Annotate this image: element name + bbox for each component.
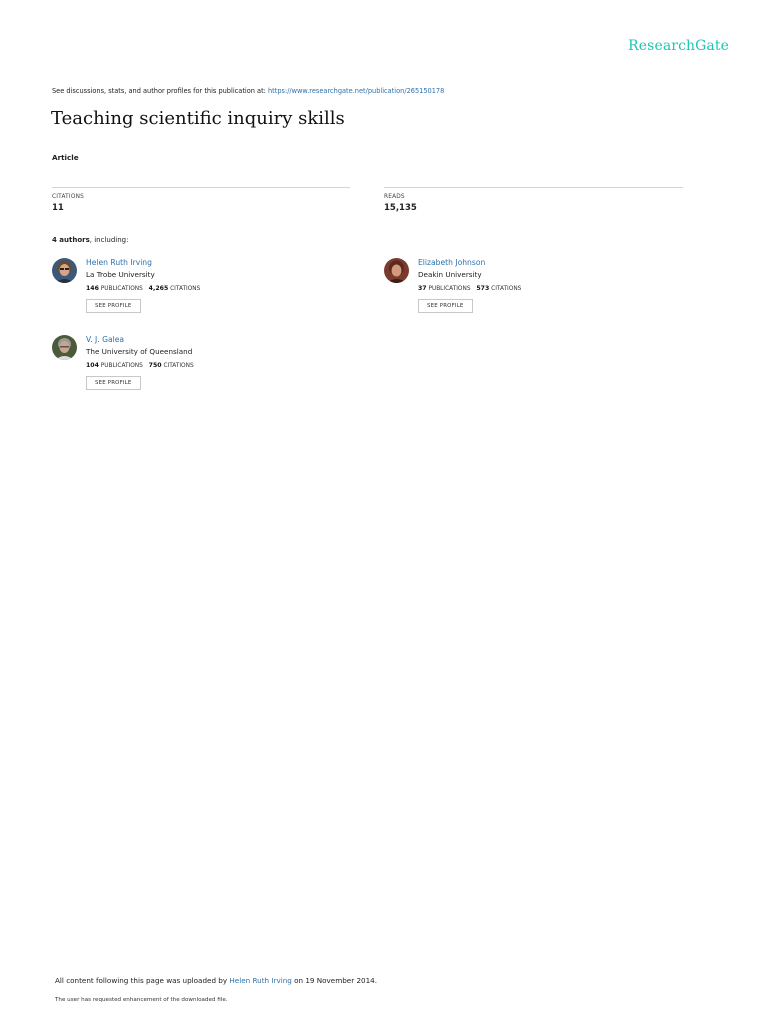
citations-value: 11 <box>52 203 64 213</box>
citations-label: CITATIONS <box>491 286 522 292</box>
avatar[interactable] <box>52 335 77 360</box>
authors-count: 4 authors <box>52 236 90 244</box>
uploader-link[interactable]: Helen Ruth Irving <box>229 976 291 985</box>
author-name-link[interactable]: V. J. Galea <box>86 335 194 345</box>
reads-label: READS <box>384 194 405 200</box>
avatar[interactable] <box>52 258 77 283</box>
author-photo-icon <box>52 258 77 283</box>
author-name-link[interactable]: Elizabeth Johnson <box>418 258 521 268</box>
citations-label: CITATIONS <box>170 286 201 292</box>
discussion-prefix: See discussions, stats, and author profi… <box>52 87 268 95</box>
authors-suffix: , including: <box>89 236 129 244</box>
author-photo-icon <box>384 258 409 283</box>
citations-count: 573 <box>476 285 490 292</box>
authors-summary: 4 authors, including: <box>52 236 128 244</box>
author-name-link[interactable]: Helen Ruth Irving <box>86 258 200 268</box>
see-profile-button[interactable]: SEE PROFILE <box>86 376 141 390</box>
author-photo-icon <box>52 335 77 360</box>
publications-label: PUBLICATIONS <box>100 363 143 369</box>
author-metrics: 104 PUBLICATIONS 750 CITATIONS <box>86 362 194 369</box>
publications-count: 104 <box>86 362 99 369</box>
discussion-line: See discussions, stats, and author profi… <box>52 87 444 95</box>
citations-count: 750 <box>148 362 162 369</box>
publications-count: 146 <box>86 285 99 292</box>
avatar[interactable] <box>384 258 409 283</box>
upload-suffix: on 19 November 2014. <box>291 976 378 985</box>
publications-label: PUBLICATIONS <box>428 286 471 292</box>
reads-value: 15,135 <box>384 203 417 213</box>
author-institution: The University of Queensland <box>86 347 193 356</box>
author-metrics: 146 PUBLICATIONS 4,265 CITATIONS <box>86 285 200 292</box>
citations-stat: CITATIONS 11 <box>52 187 350 213</box>
see-profile-button[interactable]: SEE PROFILE <box>86 299 141 313</box>
citations-count: 4,265 <box>148 285 169 292</box>
publication-url-link[interactable]: https://www.researchgate.net/publication… <box>268 87 444 95</box>
citations-label: CITATIONS <box>163 363 194 369</box>
enhancement-note: The user has requested enhancement of th… <box>55 997 228 1003</box>
publication-title: Teaching scientific inquiry skills <box>51 108 345 129</box>
publication-type: Article <box>52 153 79 162</box>
author-metrics: 37 PUBLICATIONS 573 CITATIONS <box>418 285 521 292</box>
author-institution: Deakin University <box>418 270 482 279</box>
upload-prefix: All content following this page was uplo… <box>55 976 230 985</box>
publications-label: PUBLICATIONS <box>100 286 143 292</box>
see-profile-button[interactable]: SEE PROFILE <box>418 299 473 313</box>
reads-stat: READS 15,135 <box>384 187 683 213</box>
upload-notice: All content following this page was uplo… <box>55 976 377 985</box>
author-institution: La Trobe University <box>86 270 155 279</box>
citations-label: CITATIONS <box>52 194 84 200</box>
researchgate-logo[interactable]: ResearchGate <box>628 38 729 54</box>
publications-count: 37 <box>418 285 427 292</box>
